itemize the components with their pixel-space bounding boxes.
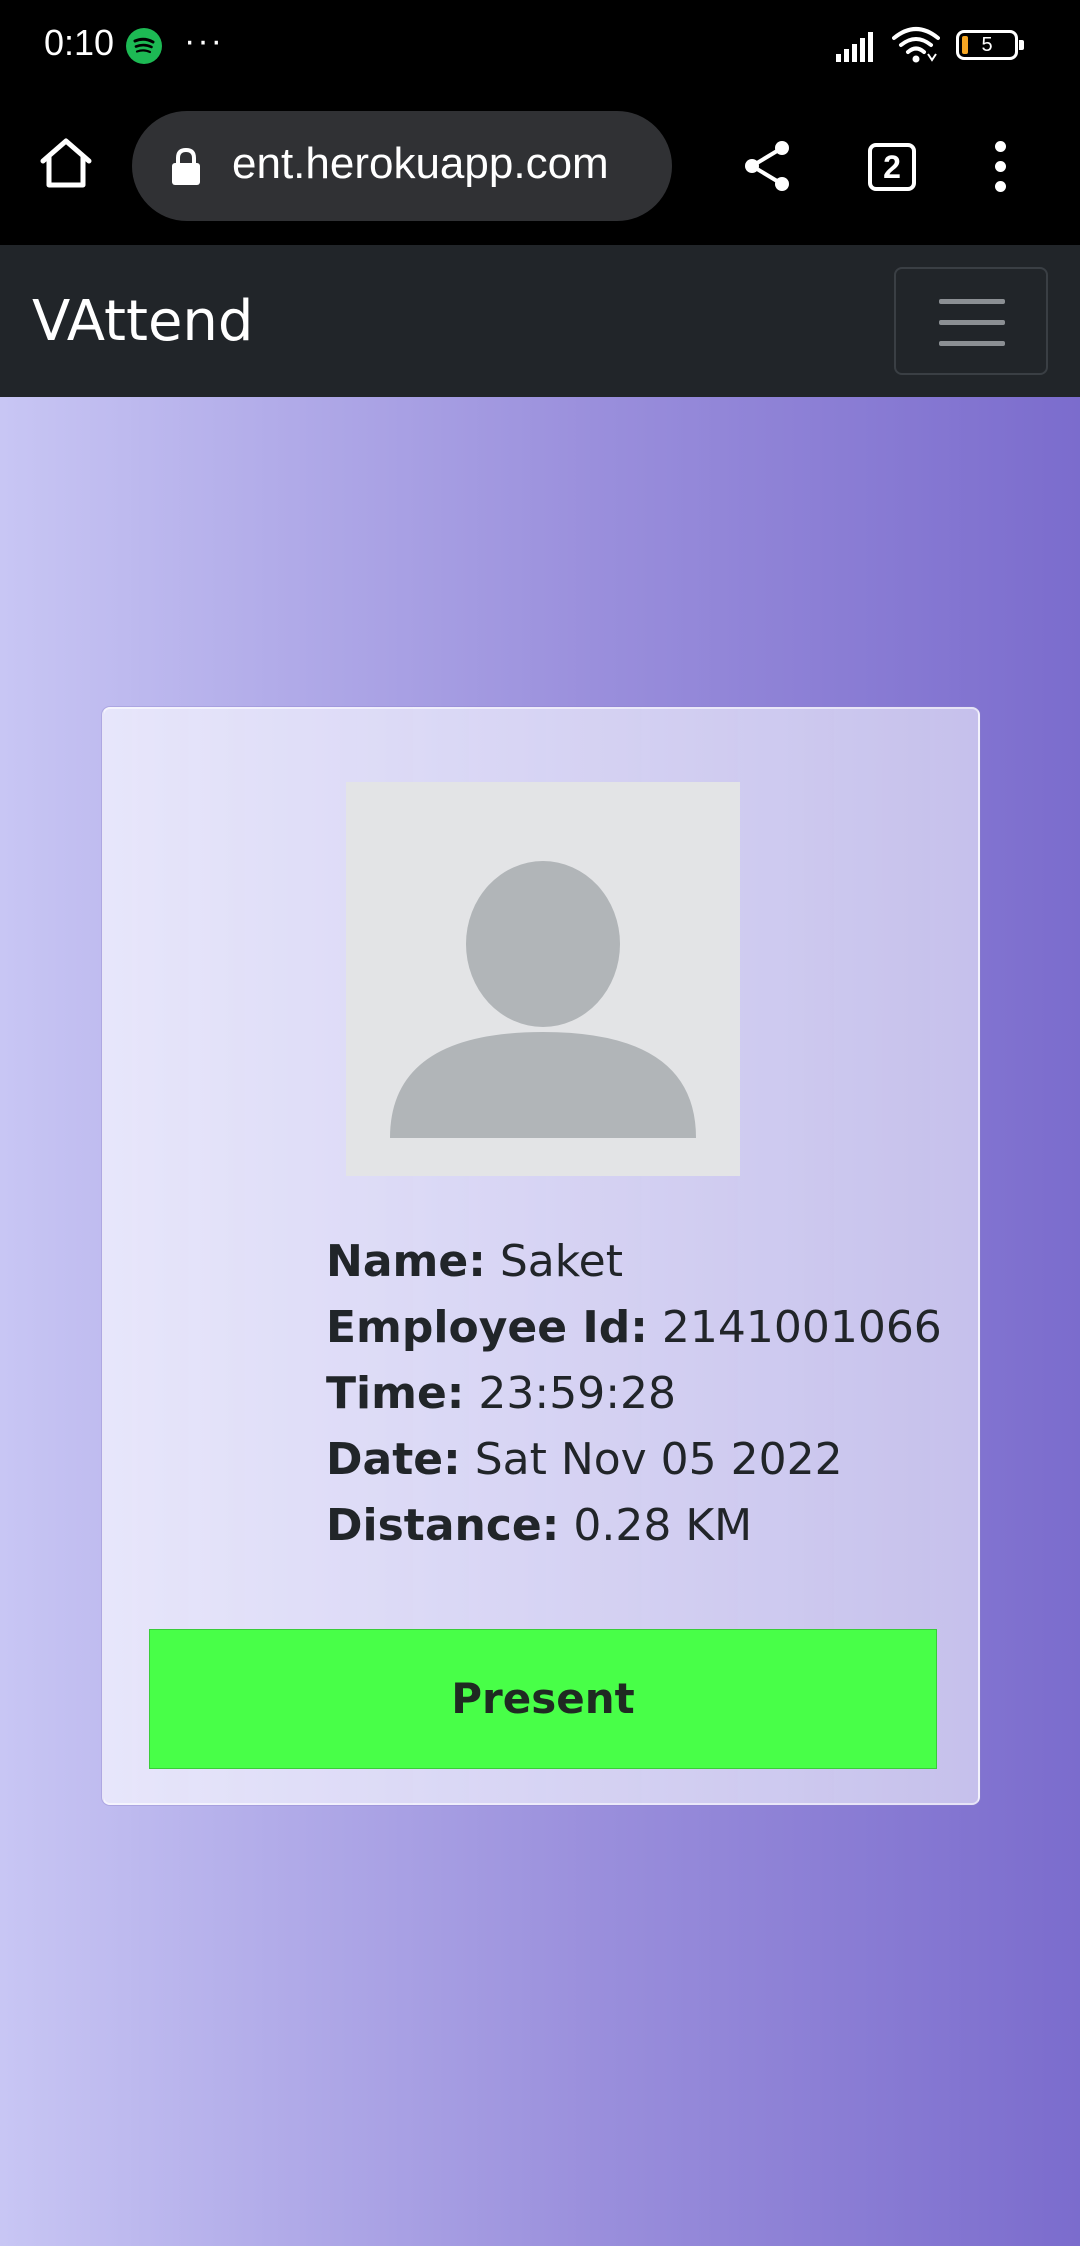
more-notifications-icon: ··· — [184, 22, 224, 60]
spotify-icon — [126, 28, 162, 64]
url-text: ent.herokuapp.com — [232, 139, 609, 188]
status-time: 0:10 — [44, 22, 115, 63]
time-row: Time: 23:59:28 — [326, 1361, 946, 1427]
present-status-button[interactable]: Present — [149, 1629, 937, 1769]
name-row: Name: Saket — [326, 1229, 946, 1295]
date-label: Date: — [326, 1434, 461, 1485]
attendance-card: Name: Saket Employee Id: 2141001066 Time… — [102, 707, 980, 1805]
distance-label: Distance: — [326, 1500, 560, 1551]
employee-id-label: Employee Id: — [326, 1302, 648, 1353]
user-placeholder-icon — [346, 782, 740, 1176]
home-icon[interactable] — [38, 137, 94, 194]
employee-info: Name: Saket Employee Id: 2141001066 Time… — [326, 1229, 946, 1559]
tab-switcher-button[interactable]: 2 — [868, 143, 916, 191]
date-value: Sat Nov 05 2022 — [474, 1434, 843, 1485]
main-content: Name: Saket Employee Id: 2141001066 Time… — [0, 397, 1080, 2246]
address-bar[interactable]: ent.herokuapp.com — [132, 111, 672, 221]
signal-icon — [836, 30, 880, 67]
hamburger-line — [939, 299, 1005, 304]
hamburger-line — [939, 341, 1005, 346]
time-value: 23:59:28 — [478, 1368, 677, 1419]
name-value: Saket — [499, 1236, 623, 1287]
battery-icon: 5 — [956, 30, 1024, 60]
battery-percentage: 5 — [981, 34, 993, 56]
share-icon[interactable] — [742, 139, 792, 198]
time-label: Time: — [326, 1368, 465, 1419]
hamburger-menu-button[interactable] — [894, 267, 1048, 375]
brand-logo-text[interactable]: VAttend — [32, 289, 253, 354]
overflow-menu-icon[interactable] — [995, 141, 1007, 201]
employee-id-row: Employee Id: 2141001066 — [326, 1295, 946, 1361]
date-row: Date: Sat Nov 05 2022 — [326, 1427, 946, 1493]
browser-toolbar: ent.herokuapp.com 2 — [0, 95, 1080, 245]
hamburger-line — [939, 320, 1005, 325]
wifi-icon — [892, 26, 940, 69]
distance-value: 0.28 KM — [573, 1500, 753, 1551]
distance-row: Distance: 0.28 KM — [326, 1493, 946, 1559]
lock-icon — [170, 147, 202, 192]
name-label: Name: — [326, 1236, 486, 1287]
status-bar: 0:10 ··· 5 — [0, 0, 1080, 95]
employee-id-value: 2141001066 — [661, 1302, 942, 1353]
app-navbar: VAttend — [0, 245, 1080, 397]
